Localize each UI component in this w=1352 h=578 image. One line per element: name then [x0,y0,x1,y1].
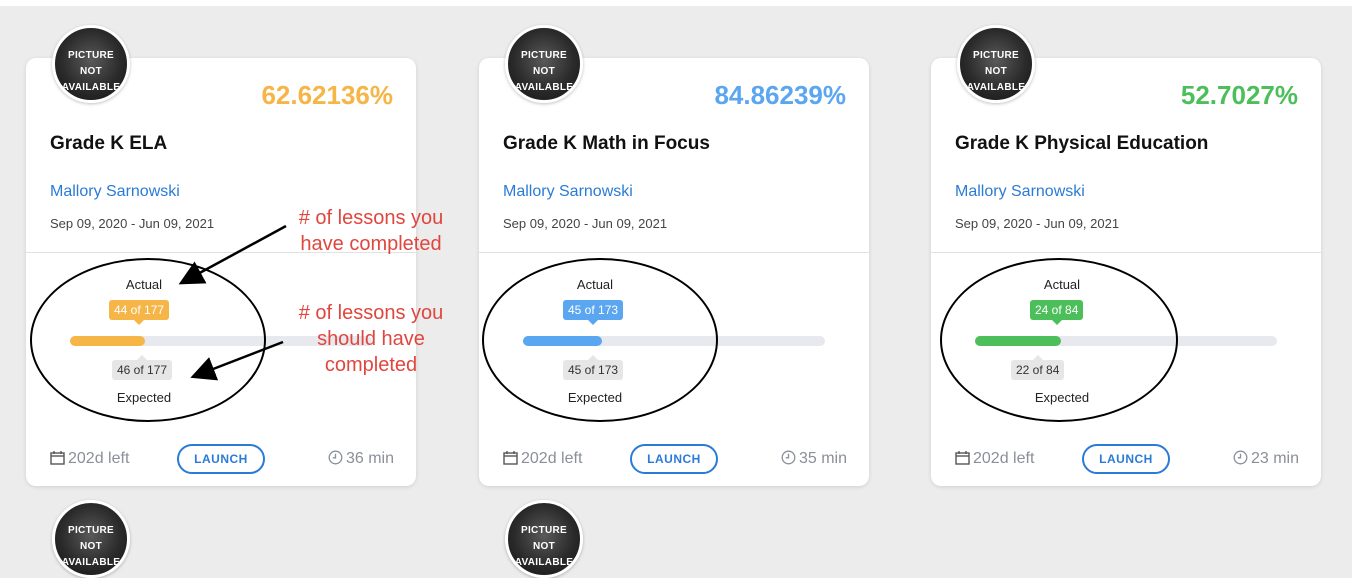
arrow-to-expected [190,340,284,381]
arrow-to-actual [178,224,287,285]
annotation-arrows [178,224,287,381]
